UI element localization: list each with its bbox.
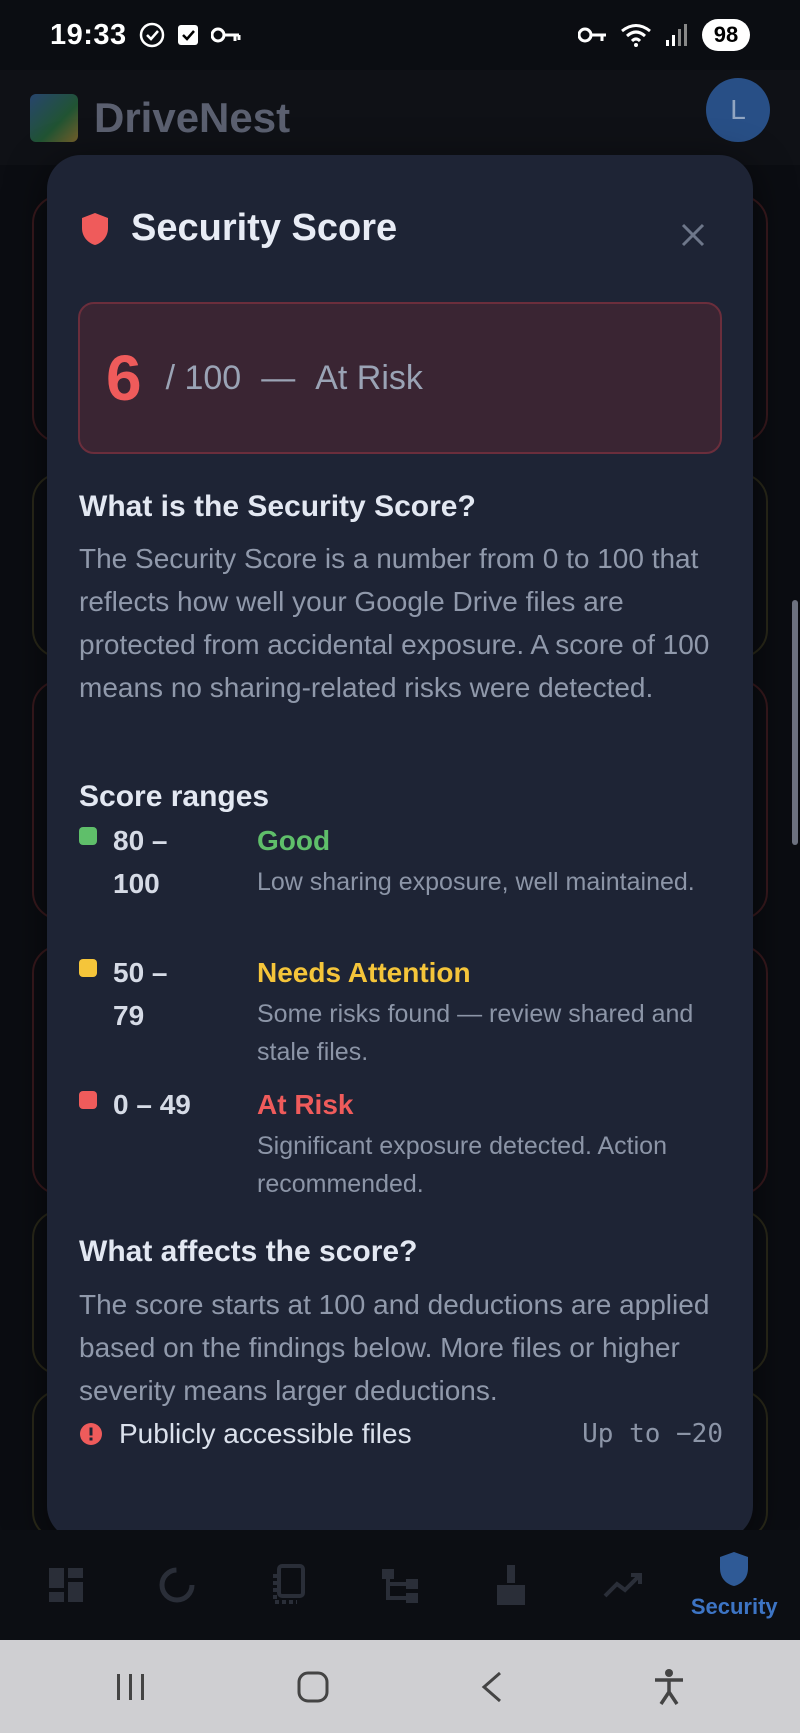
what-is-body: The Security Score is a number from 0 to… bbox=[79, 543, 710, 703]
ranges-title: Score ranges bbox=[79, 780, 270, 813]
back-icon[interactable] bbox=[478, 1670, 504, 1704]
trend-icon bbox=[603, 1573, 642, 1598]
nav-dashboard[interactable] bbox=[21, 1566, 111, 1604]
recent-apps-icon[interactable] bbox=[114, 1672, 148, 1702]
home-icon[interactable] bbox=[296, 1670, 330, 1704]
checkbox-icon bbox=[177, 25, 198, 45]
alert-circle-icon bbox=[80, 1423, 102, 1445]
score-max: / 100 bbox=[165, 358, 242, 397]
range-color-dot bbox=[79, 827, 97, 845]
vpn-key-icon bbox=[578, 27, 606, 43]
range-color-dot bbox=[79, 1091, 97, 1109]
range-description: Low sharing exposure, well maintained. bbox=[257, 868, 695, 896]
avatar[interactable]: L bbox=[706, 78, 770, 142]
accessibility-icon[interactable] bbox=[652, 1668, 686, 1706]
affects-body: The score starts at 100 and deductions a… bbox=[79, 1289, 710, 1406]
dialog-header: Security Score bbox=[79, 207, 397, 250]
close-button[interactable] bbox=[675, 217, 711, 253]
nav-tree[interactable] bbox=[355, 1565, 445, 1605]
battery-level: 98 bbox=[702, 19, 750, 51]
app-title: DriveNest bbox=[94, 93, 291, 141]
affects-title: What affects the score? bbox=[79, 1235, 418, 1268]
shield-icon bbox=[82, 212, 108, 245]
status-time: 19:33 bbox=[50, 18, 127, 51]
app-bar: DriveNest L bbox=[0, 70, 800, 165]
factor-value: Up to −20 bbox=[582, 1419, 723, 1449]
sync-icon bbox=[159, 1567, 195, 1603]
nav-files[interactable] bbox=[244, 1564, 334, 1606]
bottom-nav: Security bbox=[0, 1530, 800, 1640]
avatar-initial: L bbox=[730, 94, 746, 125]
status-bar: 19:33 98 bbox=[0, 0, 800, 70]
files-icon bbox=[272, 1564, 305, 1604]
app-logo bbox=[30, 93, 78, 142]
system-nav bbox=[0, 1640, 800, 1733]
range-description: Significant exposure detected. Action re… bbox=[257, 1132, 667, 1198]
signal-icon bbox=[666, 24, 687, 46]
nav-security[interactable]: Security bbox=[689, 1550, 779, 1620]
score-value: 6 bbox=[106, 342, 142, 414]
dashboard-icon bbox=[48, 1568, 83, 1602]
nav-trends[interactable] bbox=[578, 1570, 668, 1600]
score-summary: 6 / 100 — At Risk bbox=[78, 302, 722, 454]
tree-icon bbox=[381, 1569, 418, 1603]
key-icon bbox=[210, 27, 241, 43]
range-values: 0 – 49 bbox=[113, 1089, 191, 1120]
score-rating: At Risk bbox=[315, 358, 423, 397]
range-description: Some risks found — review shared and sta… bbox=[257, 1000, 694, 1066]
score-separator: — bbox=[261, 358, 296, 397]
scrollbar[interactable] bbox=[792, 600, 798, 845]
broom-icon bbox=[497, 1565, 526, 1605]
range-values: 80 – 100 bbox=[113, 825, 168, 899]
range-name: Needs Attention bbox=[257, 957, 471, 988]
security-score-dialog: Security Score 6 / 100 — At Risk What is… bbox=[47, 155, 753, 1540]
shield-icon bbox=[720, 1552, 749, 1586]
close-icon bbox=[681, 223, 705, 247]
nav-sync[interactable] bbox=[132, 1565, 222, 1605]
what-is-title: What is the Security Score? bbox=[79, 490, 476, 523]
range-name: Good bbox=[257, 825, 331, 856]
factor-label: Publicly accessible files bbox=[119, 1418, 412, 1449]
nav-cleanup[interactable] bbox=[466, 1563, 556, 1607]
range-values: 50 – 79 bbox=[113, 957, 168, 1031]
wifi-icon bbox=[621, 24, 651, 47]
factor-row: Publicly accessible files Up to −20 bbox=[79, 1418, 723, 1450]
range-color-dot bbox=[79, 959, 97, 977]
dialog-title: Security Score bbox=[131, 207, 398, 249]
range-name: At Risk bbox=[257, 1089, 354, 1120]
check-circle-icon bbox=[139, 22, 164, 48]
nav-security-label: Security bbox=[690, 1594, 778, 1619]
